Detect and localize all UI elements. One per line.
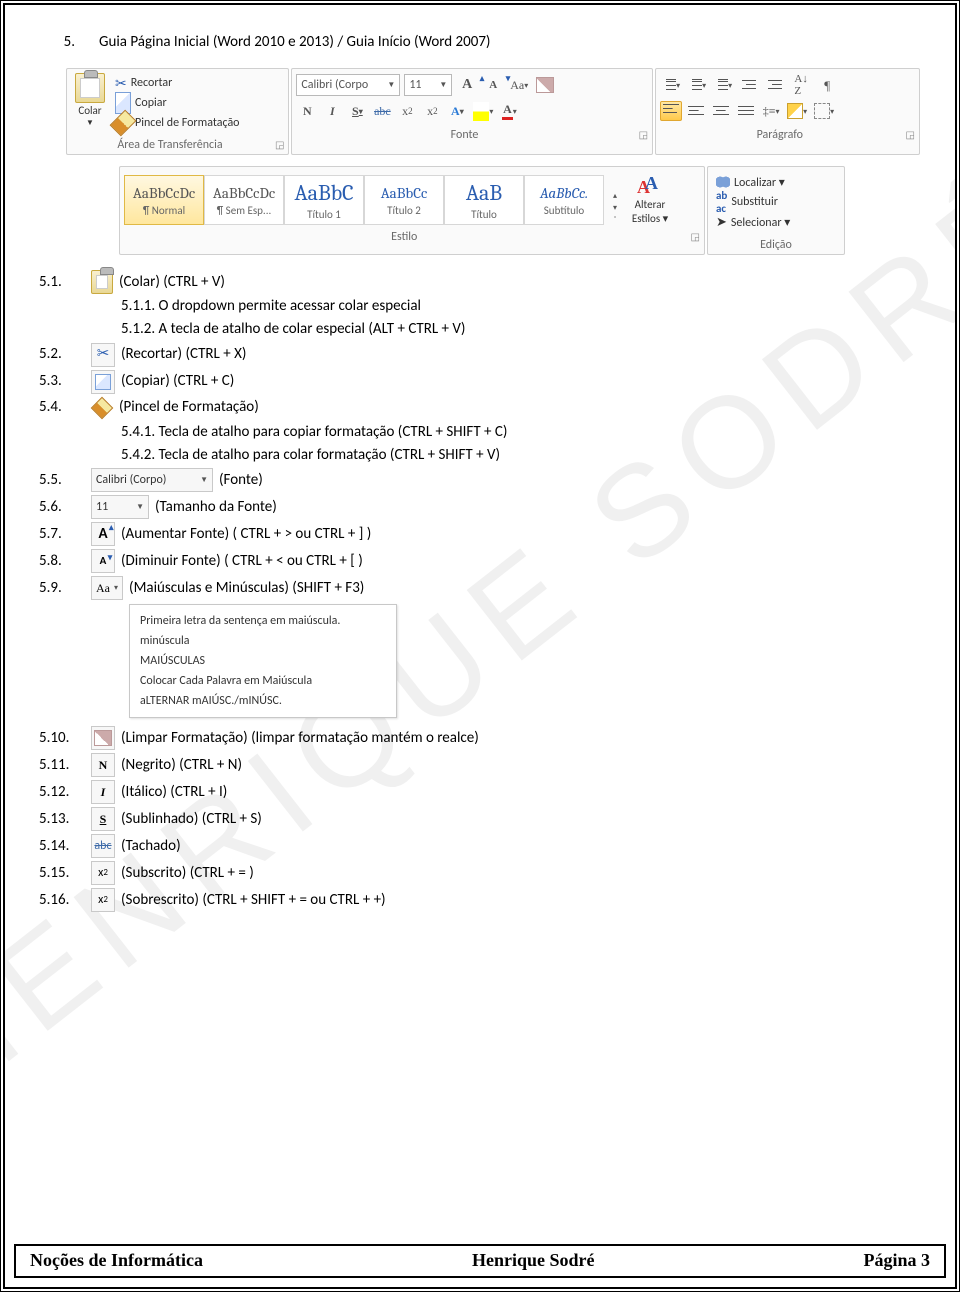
bold-icon: N (91, 753, 115, 777)
bold-icon[interactable]: N (296, 101, 318, 121)
select-button[interactable]: ➤Selecionar ▾ (716, 213, 836, 231)
style-tile[interactable]: AaBbCcDc¶ Normal (124, 175, 204, 225)
footer-left: Noções de Informática (30, 1250, 203, 1271)
font-size-field: 11▼ (91, 495, 149, 519)
menu-item[interactable]: Primeira letra da sentença em maiúscula. (140, 611, 386, 631)
underline-icon: S (91, 807, 115, 831)
style-tile[interactable]: AaBbCc.Subtítulo (524, 175, 604, 225)
align-center-icon[interactable] (685, 101, 707, 121)
highlight-icon[interactable]: ▾ (471, 101, 495, 121)
change-styles-icon: AA (637, 173, 663, 197)
paste-button[interactable]: Colar ▼ (71, 73, 109, 128)
dialog-launcher-icon[interactable]: ◲ (906, 128, 915, 141)
style-tile[interactable]: AaBbCTítulo 1 (284, 175, 364, 225)
grow-font-icon: A▴ (91, 522, 115, 546)
change-case-menu: Primeira letra da sentença em maiúscula.… (129, 604, 397, 718)
bullets-icon[interactable]: ▾ (660, 75, 682, 95)
scissors-icon: ✂ (115, 73, 127, 93)
dialog-launcher-icon[interactable]: ◲ (691, 230, 700, 243)
italic-icon[interactable]: I (321, 101, 343, 121)
shrink-font-icon[interactable]: A▾ (482, 75, 504, 95)
shrink-font-icon: A▾ (91, 549, 115, 573)
copy-button[interactable]: Copiar (115, 93, 240, 113)
borders-icon[interactable]: ▾ (812, 101, 836, 121)
subscript-icon[interactable]: x2 (396, 101, 418, 121)
brush-icon (110, 110, 137, 137)
change-case-icon[interactable]: Aa ▾ (508, 75, 530, 95)
numbering-icon[interactable]: ▾ (686, 75, 708, 95)
cut-button[interactable]: ✂Recortar (115, 73, 240, 93)
align-justify-icon[interactable] (735, 101, 757, 121)
shading-icon[interactable]: ▾ (785, 101, 809, 121)
style-tile[interactable]: AaBbCcTítulo 2 (364, 175, 444, 225)
paste-icon (75, 73, 105, 103)
replace-button[interactable]: abacSubstituir (716, 193, 836, 211)
group-paragraph: ▾ ▾ ▾ A↓Z ¶ ‡≡▾ ▾ ▾ Parágrafo (655, 68, 920, 155)
find-button[interactable]: Localizar ▾ (716, 173, 836, 191)
superscript-icon[interactable]: x2 (421, 101, 443, 121)
multilevel-icon[interactable]: ▾ (712, 75, 734, 95)
superscript-icon: x2 (91, 888, 115, 912)
italic-icon: I (91, 780, 115, 804)
ribbon-row-2: AaBbCcDc¶ NormalAaBbCcDc¶ Sem Esp...AaBb… (119, 166, 921, 255)
paste-icon (91, 271, 113, 293)
font-color-icon[interactable]: A▾ (498, 101, 520, 121)
clear-format-icon (91, 726, 115, 750)
pilcrow-icon[interactable]: ¶ (816, 78, 838, 92)
dialog-launcher-icon[interactable]: ◲ (639, 128, 648, 141)
heading-num: 5. (39, 33, 75, 51)
page-footer: Noções de Informática Henrique Sodré Pág… (14, 1244, 946, 1278)
replace-icon: abac (716, 193, 727, 211)
font-size-dropdown[interactable]: 11▼ (404, 74, 452, 96)
change-styles-button[interactable]: AA Alterar Estilos ▾ (622, 171, 678, 225)
font-name-dropdown[interactable]: Calibri (Corpo▼ (296, 74, 400, 96)
underline-icon[interactable]: S ▾ (346, 101, 368, 121)
style-tile[interactable]: AaBbCcDc¶ Sem Esp... (204, 175, 284, 225)
strike-icon: abc (91, 834, 115, 858)
menu-item[interactable]: Colocar Cada Palavra em Maiúscula (140, 671, 386, 691)
heading-text: Guia Página Inicial (Word 2010 e 2013) /… (99, 33, 490, 51)
align-right-icon[interactable] (710, 101, 732, 121)
dialog-launcher-icon[interactable]: ◲ (275, 138, 284, 151)
outdent-icon[interactable] (738, 75, 760, 95)
strike-icon[interactable]: abc (371, 101, 393, 121)
group-clipboard: Colar ▼ ✂Recortar Copiar Pincel de Forma… (66, 68, 289, 155)
style-tile[interactable]: AaBTítulo (444, 175, 524, 225)
ribbon-row-1: Colar ▼ ✂Recortar Copiar Pincel de Forma… (65, 67, 921, 156)
font-name-field: Calibri (Corpo)▼ (91, 468, 213, 492)
line-spacing-icon[interactable]: ‡≡▾ (760, 101, 782, 121)
group-font: Calibri (Corpo▼ 11▼ A▴ A▾ Aa ▾ N I S ▾ a… (291, 68, 653, 155)
align-left-icon[interactable] (660, 101, 682, 121)
group-styles: AaBbCcDc¶ NormalAaBbCcDc¶ Sem Esp...AaBb… (119, 166, 705, 255)
group-editing: Localizar ▾ abacSubstituir ➤Selecionar ▾… (707, 166, 845, 255)
format-painter-button[interactable]: Pincel de Formatação (115, 113, 240, 133)
scissors-icon: ✂ (91, 343, 115, 367)
subscript-icon: x2 (91, 861, 115, 885)
menu-item[interactable]: aLTERNAR mAIÚSC./mINÚSC. (140, 691, 386, 711)
text-effects-icon[interactable]: A▾ (446, 101, 468, 121)
cursor-icon: ➤ (716, 213, 727, 231)
menu-item[interactable]: MAIÚSCULAS (140, 651, 386, 671)
indent-icon[interactable] (764, 75, 786, 95)
footer-center: Henrique Sodré (472, 1250, 595, 1271)
sort-icon[interactable]: A↓Z (790, 75, 812, 95)
clear-format-icon[interactable] (534, 75, 556, 95)
copy-icon (91, 370, 115, 394)
footer-right: Página 3 (863, 1250, 930, 1271)
menu-item[interactable]: minúscula (140, 631, 386, 651)
change-case-icon: Aa▾ (91, 576, 123, 600)
brush-icon (91, 397, 113, 419)
styles-gallery-more[interactable]: ▴▾⁼ (604, 191, 622, 225)
grow-font-icon[interactable]: A▴ (456, 75, 478, 95)
